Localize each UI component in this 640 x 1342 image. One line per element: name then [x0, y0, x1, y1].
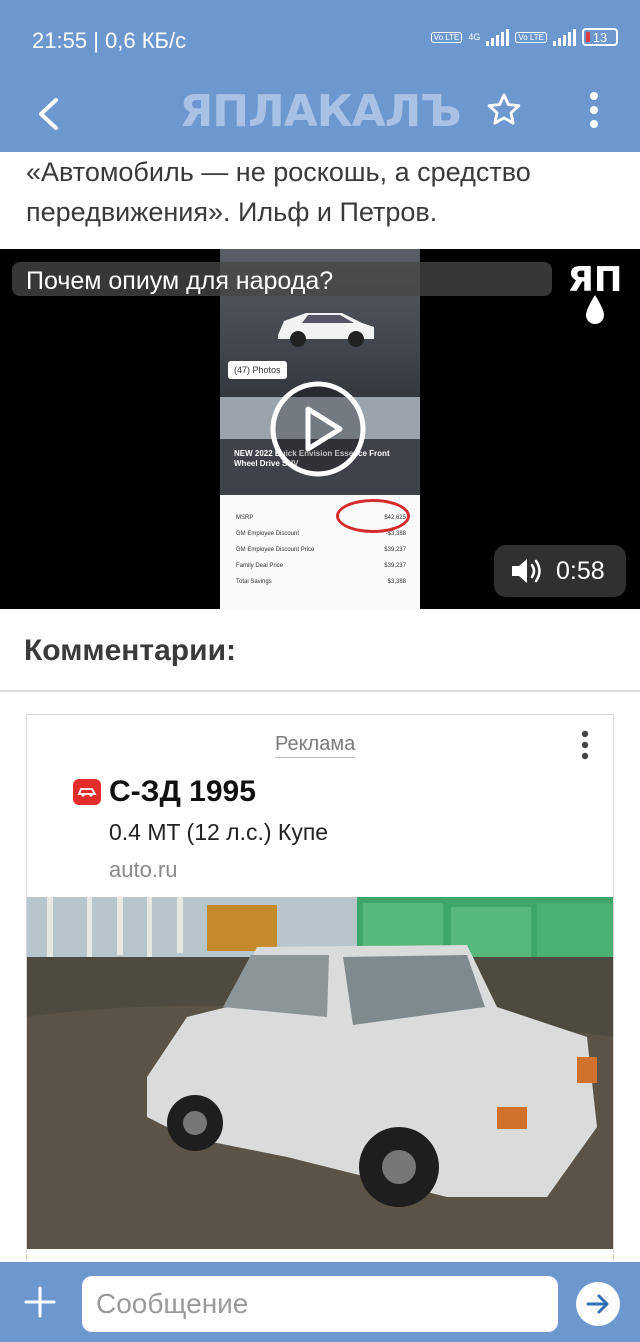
- plus-icon: [24, 1286, 56, 1318]
- clock: 21:55: [32, 28, 88, 53]
- favorite-button[interactable]: [480, 86, 528, 134]
- ad-car-photo[interactable]: [27, 897, 614, 1249]
- white-car-image: [278, 313, 374, 347]
- signal-icon: [486, 28, 510, 46]
- volte-icon-2: Vo LTE: [515, 31, 547, 43]
- network-speed: | 0,6 КБ/с: [93, 28, 187, 53]
- status-time: 21:55 | 0,6 КБ/с: [32, 28, 186, 54]
- battery-level: [586, 32, 590, 42]
- price-row: Total Savings $3,388: [236, 579, 406, 585]
- yap-logo-text: ЯП: [568, 260, 623, 300]
- arrow-right-icon: [586, 1294, 609, 1314]
- video-duration: 0:58: [556, 556, 605, 585]
- vertical-dots-icon: [581, 730, 589, 760]
- volume-duration-pill[interactable]: 0:58: [494, 545, 626, 597]
- video-title: Почем опиум для народа?: [26, 267, 334, 295]
- divider: [0, 690, 640, 692]
- ad-card[interactable]: Реклама С-ЗД 1995 0.4 MT (12 л.с.) Купе …: [26, 714, 614, 1274]
- arrow-left-icon: [39, 98, 58, 130]
- attach-button[interactable]: [18, 1280, 62, 1324]
- star-icon: [487, 93, 521, 125]
- status-icons: Vo LTE 4G Vo LTE 13: [430, 28, 618, 46]
- video-title-bar: Почем опиум для народа?: [12, 262, 552, 296]
- play-icon[interactable]: [270, 381, 366, 477]
- app-header: ЯПЛАКАЛЪ: [0, 80, 640, 152]
- message-input[interactable]: [82, 1276, 558, 1332]
- site-logo[interactable]: ЯПЛАКАЛЪ: [179, 86, 461, 137]
- yap-logo-icon: ЯП: [568, 260, 623, 324]
- vertical-dots-icon: [590, 92, 598, 128]
- ad-domain[interactable]: auto.ru: [109, 857, 178, 883]
- status-bar: 21:55 | 0,6 КБ/с Vo LTE 4G Vo LTE 13: [0, 0, 640, 80]
- ad-label: Реклама: [275, 733, 356, 758]
- more-menu-button[interactable]: [572, 86, 616, 134]
- ad-subtitle: 0.4 MT (12 л.с.) Купе: [109, 819, 329, 845]
- ad-menu-button[interactable]: [573, 727, 597, 763]
- price-row: Family Deal Price $39,237: [236, 563, 406, 569]
- battery-icon: 13: [582, 28, 618, 46]
- volte-icon: Vo LTE: [430, 31, 463, 43]
- signal-icon-2: [553, 28, 576, 46]
- network-type-label: 4G: [468, 32, 481, 42]
- price-row: GM Employee Discount Price $39,237: [236, 547, 406, 553]
- post-quote: «Автомобиль — не роскошь, а средство пер…: [26, 157, 531, 227]
- photos-count-label: (47) Photos: [228, 361, 287, 379]
- back-button[interactable]: [26, 90, 70, 138]
- comments-heading: Комментарии:: [24, 634, 237, 667]
- speaker-icon[interactable]: [510, 557, 544, 585]
- red-marker-circle: [336, 499, 410, 533]
- video-player[interactable]: (47) Photos NEW 2022 Buick Envision Esse…: [0, 249, 640, 609]
- send-button[interactable]: [576, 1282, 620, 1326]
- ad-title[interactable]: С-ЗД 1995: [109, 775, 256, 809]
- battery-percent: 13: [592, 29, 608, 45]
- auto-ru-car-icon: [73, 779, 101, 805]
- message-composer: [0, 1262, 640, 1342]
